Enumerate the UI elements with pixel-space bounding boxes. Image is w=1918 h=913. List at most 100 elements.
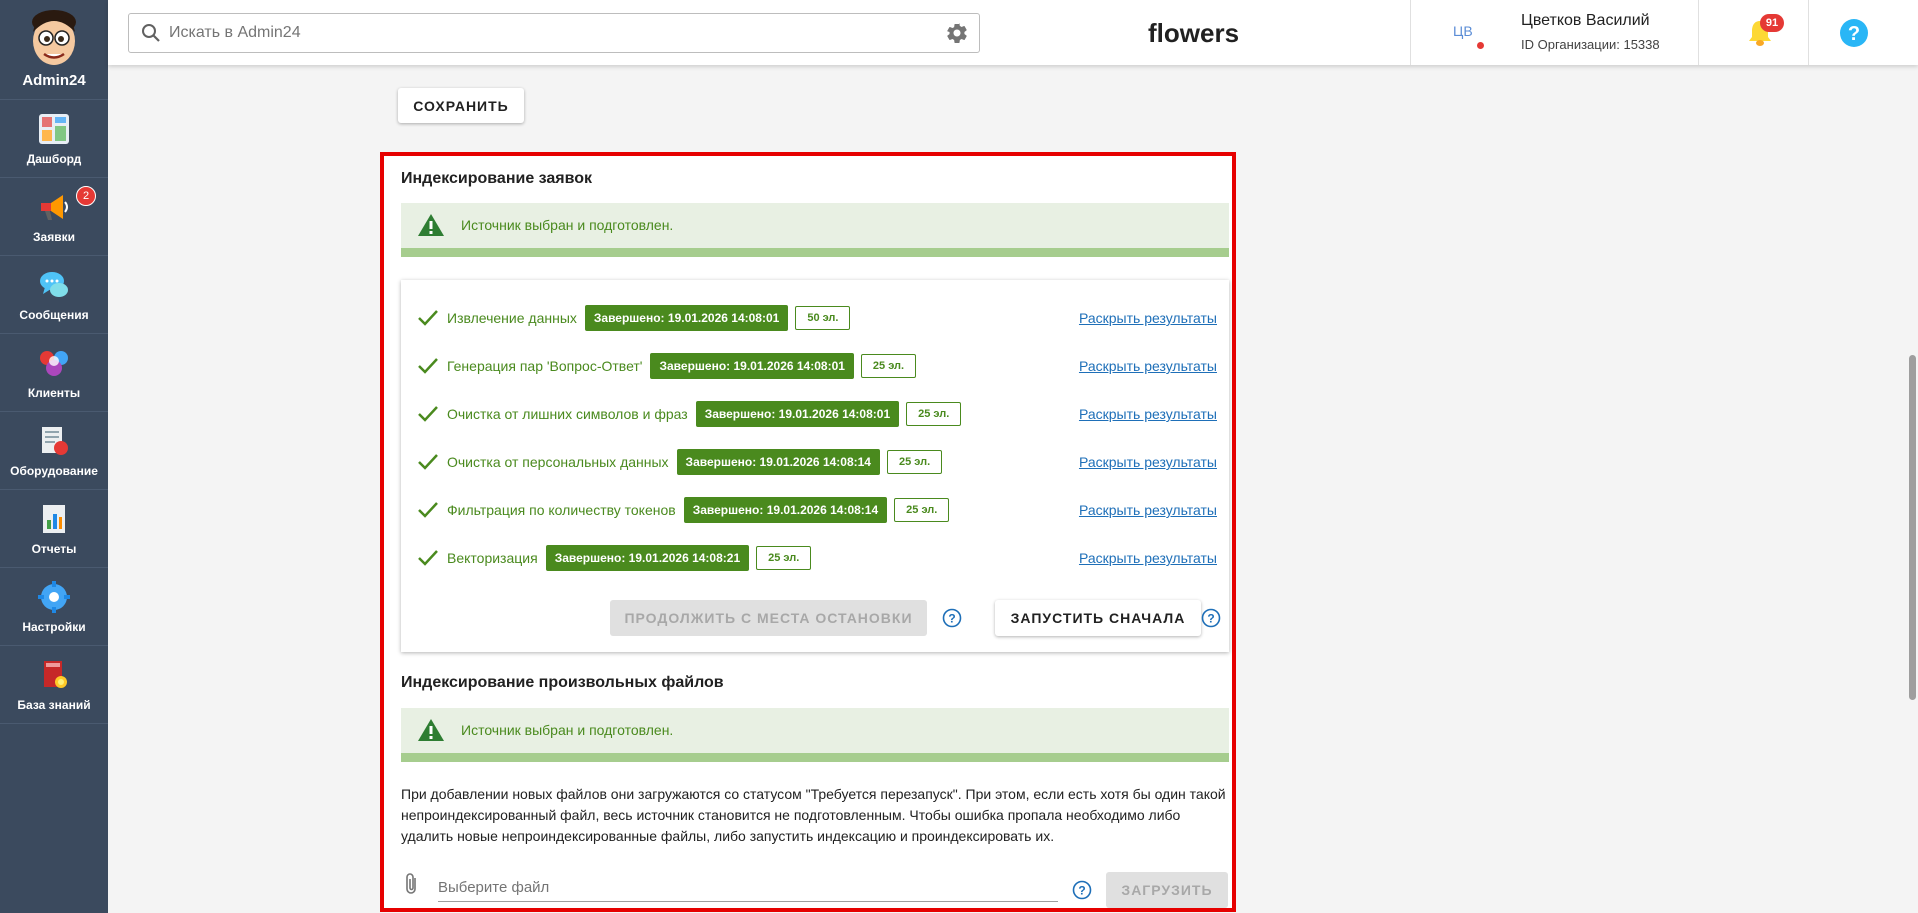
step-count-badge: 25 эл. — [886, 450, 943, 474]
brand-name: Admin24 — [22, 72, 86, 89]
user-name[interactable]: Цветков Василий — [1521, 12, 1650, 30]
sidebar-item-label: Клиенты — [27, 385, 81, 400]
requests-status-alert: Источник выбран и подготовлен. — [401, 203, 1229, 257]
user-status-dot — [1477, 42, 1484, 49]
chat-icon — [40, 271, 68, 297]
search-box[interactable] — [128, 13, 980, 53]
indexing-panel: Индексирование заявок Источник выбран и … — [380, 152, 1236, 912]
step-status-badge: Завершено: 19.01.2026 14:08:21 — [545, 545, 750, 571]
notifications-badge: 91 — [1760, 14, 1784, 32]
reveal-results-link[interactable]: Раскрыть результаты — [1079, 550, 1217, 566]
organization-title: flowers — [1148, 18, 1240, 48]
svg-text:?: ? — [1848, 23, 1860, 45]
help-circle-icon[interactable]: ? — [1072, 880, 1092, 900]
reveal-results-link[interactable]: Раскрыть результаты — [1079, 406, 1217, 422]
save-button[interactable]: СОХРАНИТЬ — [398, 88, 524, 123]
restart-button[interactable]: ЗАПУСТИТЬ СНАЧАЛА — [995, 600, 1201, 636]
reveal-results-link[interactable]: Раскрыть результаты — [1079, 454, 1217, 470]
divider — [1698, 0, 1699, 65]
step-label: Векторизация — [447, 550, 538, 566]
sidebar-item-label: Оборудование — [10, 463, 98, 478]
search-input[interactable] — [169, 24, 945, 42]
organization-id: ID Организации: 15338 — [1521, 37, 1660, 52]
divider — [1808, 0, 1809, 65]
check-icon — [418, 406, 438, 422]
help-icon[interactable]: ? — [1838, 17, 1870, 49]
indexing-step-row: Очистка от лишних символов и фраз Заверш… — [417, 400, 1217, 428]
check-icon — [418, 310, 438, 326]
sidebar-item-messages[interactable]: Сообщения — [0, 256, 108, 334]
files-status-alert: Источник выбран и подготовлен. — [401, 708, 1229, 762]
file-input[interactable] — [438, 874, 1058, 902]
files-indexing-title: Индексирование произвольных файлов — [401, 674, 724, 691]
requests-indexing-title: Индексирование заявок — [401, 170, 593, 187]
scrollbar-thumb[interactable] — [1909, 355, 1916, 700]
step-status-badge: Завершено: 19.01.2026 14:08:01 — [695, 401, 900, 427]
sidebar-item-label: База знаний — [17, 697, 91, 712]
step-label: Очистка от лишних символов и фраз — [447, 406, 688, 422]
step-label: Генерация пар 'Вопрос-Ответ' — [447, 358, 643, 374]
dashboard-icon — [39, 113, 69, 144]
reveal-results-link[interactable]: Раскрыть результаты — [1079, 358, 1217, 374]
indexing-step-row: Фильтрация по количеству токенов Заверше… — [417, 496, 1217, 524]
sidebar-item-reports[interactable]: Отчеты — [0, 490, 108, 568]
reveal-results-link[interactable]: Раскрыть результаты — [1079, 310, 1217, 326]
check-icon — [418, 358, 438, 374]
step-status-badge: Завершено: 19.01.2026 14:08:14 — [683, 497, 888, 523]
indexing-steps-card: Извлечение данных Завершено: 19.01.2026 … — [401, 280, 1229, 652]
gear-icon[interactable] — [945, 21, 969, 45]
continue-from-stop-button[interactable]: ПРОДОЛЖИТЬ С МЕСТА ОСТАНОВКИ — [610, 600, 927, 636]
step-status-badge: Завершено: 19.01.2026 14:08:01 — [584, 305, 789, 331]
divider — [1410, 0, 1411, 65]
step-count-badge: 25 эл. — [906, 402, 962, 426]
equipment-icon — [42, 426, 68, 455]
sidebar-item-dashboard[interactable]: Дашборд — [0, 100, 108, 178]
paperclip-icon[interactable] — [404, 872, 420, 896]
page-scrollbar[interactable] — [1906, 65, 1918, 913]
check-icon — [418, 550, 438, 566]
sidebar-item-equipment[interactable]: Оборудование — [0, 412, 108, 490]
sidebar-item-label: Дашборд — [26, 151, 82, 166]
alert-text: Источник выбран и подготовлен. — [461, 217, 674, 233]
user-initials[interactable]: ЦВ — [1453, 23, 1473, 39]
warning-icon — [418, 719, 444, 741]
svg-text:?: ? — [1207, 612, 1214, 626]
check-icon — [418, 502, 438, 518]
alert-text: Источник выбран и подготовлен. — [461, 722, 674, 738]
step-count-badge: 25 эл. — [860, 354, 917, 378]
files-description: При добавлении новых файлов они загружаю… — [401, 786, 1226, 844]
indexing-step-row: Очистка от персональных данных Завершено… — [417, 448, 1217, 476]
search-icon — [142, 24, 160, 42]
svg-text:?: ? — [948, 612, 955, 626]
sidebar-item-settings[interactable]: Настройки — [0, 568, 108, 646]
megaphone-icon — [41, 194, 68, 220]
brand[interactable]: Admin24 — [0, 0, 108, 100]
step-label: Очистка от персональных данных — [447, 454, 669, 470]
sidebar: Admin24 Дашборд Заявки 2 Сообщения Клиен… — [0, 0, 108, 913]
step-count-badge: 50 эл. — [795, 306, 851, 330]
check-icon — [418, 454, 438, 470]
sidebar-item-knowledge-base[interactable]: База знаний — [0, 646, 108, 724]
requests-badge: 2 — [76, 186, 96, 206]
indexing-step-row: Генерация пар 'Вопрос-Ответ' Завершено: … — [417, 352, 1217, 380]
sidebar-item-label: Заявки — [33, 229, 75, 244]
sidebar-item-label: Настройки — [22, 619, 86, 634]
step-count-badge: 25 эл. — [756, 546, 812, 570]
sidebar-item-label: Сообщения — [19, 307, 89, 322]
sidebar-item-requests[interactable]: Заявки 2 — [0, 178, 108, 256]
avatar-icon — [32, 10, 76, 65]
indexing-step-row: Векторизация Завершено: 19.01.2026 14:08… — [417, 544, 1217, 572]
sidebar-item-label: Отчеты — [31, 541, 77, 556]
indexing-step-row: Извлечение данных Завершено: 19.01.2026 … — [417, 304, 1217, 332]
sidebar-item-clients[interactable]: Клиенты — [0, 334, 108, 412]
svg-text:?: ? — [1078, 884, 1085, 898]
clients-icon — [40, 350, 68, 376]
help-circle-icon[interactable]: ? — [1201, 608, 1221, 628]
reveal-results-link[interactable]: Раскрыть результаты — [1079, 502, 1217, 518]
upload-button[interactable]: ЗАГРУЗИТЬ — [1106, 872, 1228, 908]
help-circle-icon[interactable]: ? — [942, 608, 962, 628]
top-bar: flowers ЦВ Цветков Василий ID Организаци… — [108, 0, 1918, 65]
reports-icon — [43, 504, 65, 533]
settings-icon — [38, 580, 70, 613]
knowledge-base-icon — [44, 660, 67, 688]
